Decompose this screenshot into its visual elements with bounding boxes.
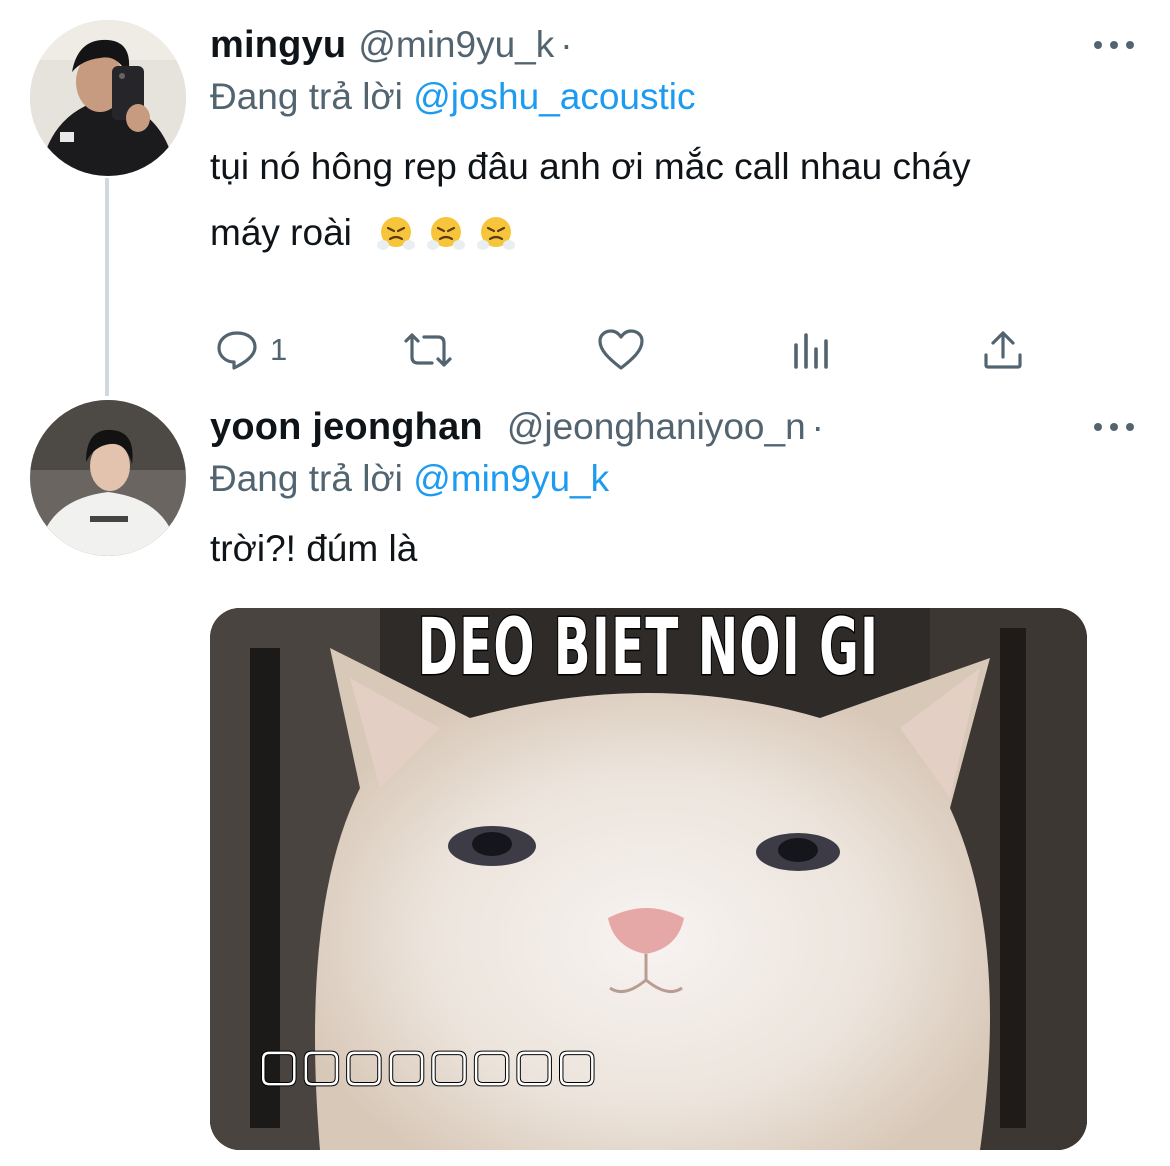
tweet-text-line: máy roài xyxy=(210,200,971,266)
tweet-actions: 1 xyxy=(210,320,1060,380)
user-handle[interactable]: @jeonghaniyoo_n xyxy=(507,406,806,448)
more-dots-icon[interactable] xyxy=(1094,412,1134,442)
mention-link[interactable]: @joshu_acoustic xyxy=(413,76,695,117)
tweet-text-fragment: máy roài xyxy=(210,212,352,253)
more-dots-icon[interactable] xyxy=(1094,30,1134,60)
tweet-media-image[interactable]: DEO BIET NOI GI ▢▢▢▢▢▢▢▢ xyxy=(210,608,1087,1150)
like-button[interactable] xyxy=(596,320,646,380)
avatar[interactable] xyxy=(30,20,186,176)
meme-caption-text: ▢▢▢▢▢▢▢▢ xyxy=(257,1039,599,1092)
tweet-text-line: tụi nó hông rep đâu anh ơi mắc call nhau… xyxy=(210,146,971,187)
tweet-text: tụi nó hông rep đâu anh ơi mắc call nhau… xyxy=(210,134,971,266)
replying-to-label: Đang trả lời xyxy=(210,458,403,499)
separator-dot: · xyxy=(811,406,824,447)
share-upload-icon xyxy=(984,331,1022,369)
mention-link[interactable]: @min9yu_k xyxy=(413,458,609,499)
reply-count: 1 xyxy=(270,332,288,367)
speech-bubble-icon xyxy=(217,331,257,370)
retweet-button[interactable] xyxy=(398,320,458,380)
face-with-steam-from-nose-icon xyxy=(427,217,466,250)
user-handle[interactable]: @min9yu_k xyxy=(358,24,554,66)
share-button[interactable] xyxy=(980,320,1026,380)
display-name[interactable]: mingyu xyxy=(210,24,346,67)
meme-title-text: DEO BIET NOI GI xyxy=(417,608,880,693)
reply-button[interactable]: 1 xyxy=(214,320,287,380)
thread-connector-line xyxy=(105,178,109,396)
analytics-button[interactable] xyxy=(790,320,834,380)
separator-dot: · xyxy=(560,24,573,65)
bar-chart-icon xyxy=(794,333,828,369)
replying-to: Đang trả lời @min9yu_k xyxy=(210,458,609,500)
retweet-icon xyxy=(404,333,452,367)
face-with-steam-from-nose-icon xyxy=(477,217,516,250)
replying-to: Đang trả lời @joshu_acoustic xyxy=(210,76,696,118)
avatar[interactable] xyxy=(30,400,186,556)
display-name[interactable]: yoon jeonghan xyxy=(210,406,483,449)
heart-icon xyxy=(598,329,644,370)
face-with-steam-from-nose-icon xyxy=(377,217,416,250)
tweet-header: mingyu @min9yu_k · xyxy=(210,24,573,68)
replying-to-label: Đang trả lời xyxy=(210,76,403,117)
tweet-header: yoon jeonghan @jeonghaniyoo_n · xyxy=(210,406,824,450)
tweet-text: trời?! đúm là xyxy=(210,528,418,569)
